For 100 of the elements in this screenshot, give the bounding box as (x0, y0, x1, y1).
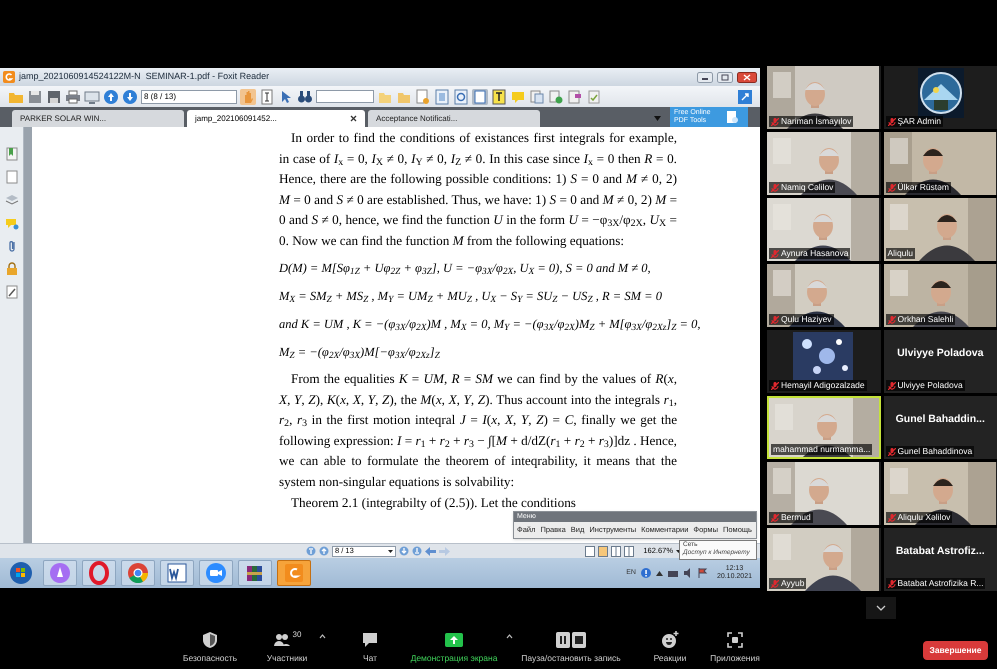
rotate-icon[interactable] (453, 88, 469, 104)
comments-icon[interactable] (4, 216, 18, 230)
bookmark-icon[interactable] (4, 147, 18, 161)
participant-name: Gunel Bahaddinova (898, 445, 972, 458)
pause-stop-icon (556, 631, 586, 650)
tab[interactable]: jamp_202106091452... (187, 110, 365, 127)
minimize-button[interactable] (697, 72, 713, 82)
pages-check-icon[interactable] (586, 88, 602, 104)
fit-width-icon[interactable] (472, 88, 488, 104)
participant-name: Hemayil Adigozalzade (781, 379, 865, 392)
pages-icon[interactable] (529, 88, 545, 104)
first-page-icon[interactable] (306, 546, 316, 556)
expand-icon[interactable] (738, 90, 752, 104)
participant-name: Namiq Cəlilov (781, 181, 834, 194)
volume-icon[interactable] (682, 568, 693, 578)
participant-heading: Batabat Astrofiz... (896, 544, 985, 559)
search-field[interactable] (316, 90, 374, 103)
close-icon[interactable] (350, 115, 357, 122)
taskbar-button[interactable] (199, 560, 233, 586)
single-page-icon[interactable] (585, 546, 596, 556)
participant-name: Bermud (781, 511, 811, 524)
continuous-facing-icon[interactable] (624, 546, 634, 556)
share-screen-icon (445, 631, 463, 650)
participant-name: Qulu Haziyev (781, 313, 832, 326)
monitor-icon[interactable] (84, 88, 100, 104)
smiley-plus-icon (661, 631, 679, 650)
printer-icon[interactable] (65, 88, 81, 104)
pages-tag-icon[interactable] (567, 88, 583, 104)
taskbar-button[interactable] (82, 560, 116, 586)
flag-icon[interactable] (698, 568, 708, 578)
equation: M$_{X}$ = SM$_{Z}$ + MS$_{Z}$ , M$_{Y}$ = UM$_{Z}$ + MU$_{Z}$ , U$_{X}$ − S$_{Y}$ = SU$_{Z}$ − US$_{Z}$ , R = SM = 0 (279, 288, 662, 307)
pages-add-icon[interactable] (548, 88, 564, 104)
next-page-icon[interactable] (399, 546, 409, 556)
toolbar-button[interactable]: Пауза/остановить запись (519, 631, 623, 665)
lock-icon[interactable] (4, 262, 18, 276)
caret-icon (388, 550, 393, 552)
equation: D(M) = M[Sφ$_{1Z}$ + Uφ$_{2Z}$ + φ$_{3Z}$], U = −φ$_{3X}$/φ$_{2X}$, U$_{X}$ = 0), S = 0 and M ≠ 0, (279, 260, 651, 279)
participant-name: Aynura Hasanova (781, 247, 848, 260)
toolbar-button[interactable]: Чат (350, 631, 390, 665)
taskbar-button[interactable] (43, 560, 77, 586)
toolbar-button[interactable]: 30 Участники (257, 631, 317, 665)
chevron-down-icon (876, 605, 886, 611)
paragraph: From the equalities K = UM, R = SM we can find by the values of R(x, X, Y, Z), K(x, X, Y, Z), the M(x, X, Y, Z). Thus account into the integrals r$_{1}$, r$_{2}$, r$_{3}$ in the first motion inteqral J = I(x, X, Y, Z) = C, finally we get the following expression: I = r$_{1}$ + r$_{2}$ + r$_{3}$ − ∫[M + d/dZ(r$_{1}$ + r$_{2}$ + r$_{3}$)]dz . Hence, we can able to formulate the theorem of inteqrability, it means that the system non-singular equations is solvability: (279, 370, 677, 491)
help-icon[interactable] (640, 568, 651, 578)
toolbar-button[interactable]: Безопасность (179, 631, 241, 665)
shield-icon (201, 631, 219, 650)
text-box-icon[interactable] (491, 88, 507, 104)
caret-up-icon[interactable] (506, 634, 513, 639)
participant-name: mahammad nurmamma... (773, 443, 870, 456)
previous-page-icon[interactable] (319, 546, 329, 556)
participant-name: ŞAR Admin (898, 115, 941, 128)
close-button[interactable] (737, 72, 757, 82)
paragraph: In order to find the conditions of existances first integrals for example, in case of I$_{x}$ = 0, I$_{X}$ ≠ 0, I$_{Y}$ ≠ 0, I$_{Z}$ ≠ 0. In this case since I$_{x}$ = 0 then R = 0. Hence, there are the following possible conditions: 1) S = 0 and M ≠ 0, 2) M = 0 and S ≠ 0 are established. Thus, we have: 1) S = 0 and M ≠ 0, 2) M = 0 and S ≠ 0, hence, we find the function U in the form U = −φ$_{3X}$/φ$_{2X}$, U$_{X}$ = 0. Now we can find the function M from the following equations: (279, 129, 677, 250)
taskbar-button[interactable] (238, 560, 272, 586)
equation: M$_{Z}$ = −(φ$_{2X}$/φ$_{3X}$)M[−φ$_{3X}$/φ$_{2Xz}$]$_{Z}$ (279, 344, 440, 363)
last-page-icon[interactable] (412, 546, 422, 556)
binoculars-icon[interactable] (297, 88, 313, 104)
participant-name: Batabat Astrofizika R... (898, 577, 984, 590)
tab[interactable]: PARKER SOLAR WIN... (12, 110, 184, 127)
participant-name: Orkhan Salehli (898, 313, 954, 326)
toolbar-button[interactable]: Демонстрация экрана (404, 631, 504, 665)
paragraph: Theorem 2.1 (integrabilty of (2.5)). Let the conditions (290, 494, 577, 512)
continuous-page-icon[interactable] (598, 546, 608, 556)
back-arrow-icon[interactable] (425, 546, 436, 556)
facing-page-icon[interactable] (611, 546, 622, 556)
tray-arrow-icon[interactable] (656, 570, 663, 576)
participant-name: Nariman İsmayılov (781, 115, 852, 128)
page-number-field[interactable]: 8 (8 / 13) (141, 90, 237, 104)
taskbar-button[interactable] (160, 560, 194, 586)
foxit-icon (282, 561, 306, 585)
chrome-icon (126, 561, 150, 585)
start-button (9, 561, 33, 585)
taskbar-button[interactable] (121, 560, 155, 586)
save-as-icon[interactable] (46, 88, 62, 104)
ring-icon (87, 561, 111, 585)
participant-heading: Ulviyye Poladova (897, 346, 984, 361)
caret-up-icon[interactable] (319, 634, 326, 639)
text-cursor-icon[interactable] (259, 88, 275, 104)
end-meeting-button[interactable]: Завершение (923, 641, 988, 660)
tab[interactable]: Acceptance Notificati... (368, 110, 540, 127)
maximize-button[interactable] (717, 72, 733, 82)
camera-icon (204, 561, 228, 585)
toolbar-button[interactable]: Приложения (703, 631, 767, 665)
document-star-icon[interactable] (415, 88, 431, 104)
participant-name: Ayyub (781, 577, 804, 590)
page-fit-icon[interactable] (434, 88, 450, 104)
participant-name: Ulviyye Poladova (898, 379, 963, 392)
network-icon[interactable] (668, 568, 678, 578)
save-icon[interactable] (27, 88, 43, 104)
collapse-button[interactable] (866, 597, 896, 619)
page-icon[interactable] (4, 170, 18, 184)
taskbar-button[interactable] (277, 560, 311, 586)
participant-heading: Gunel Bahaddin... (896, 412, 985, 427)
layers-icon[interactable] (4, 193, 18, 207)
participant-name: Ülkər Rüstəm (898, 181, 949, 194)
toolbar-button[interactable]: Реакции (645, 631, 695, 665)
app-logo-icon (3, 71, 15, 83)
edit-icon[interactable] (4, 285, 18, 299)
document-w-icon (165, 561, 189, 585)
window-title: jamp_2021060914524122M-N SEMINAR-1.pdf - Foxit Reader (19, 70, 270, 84)
